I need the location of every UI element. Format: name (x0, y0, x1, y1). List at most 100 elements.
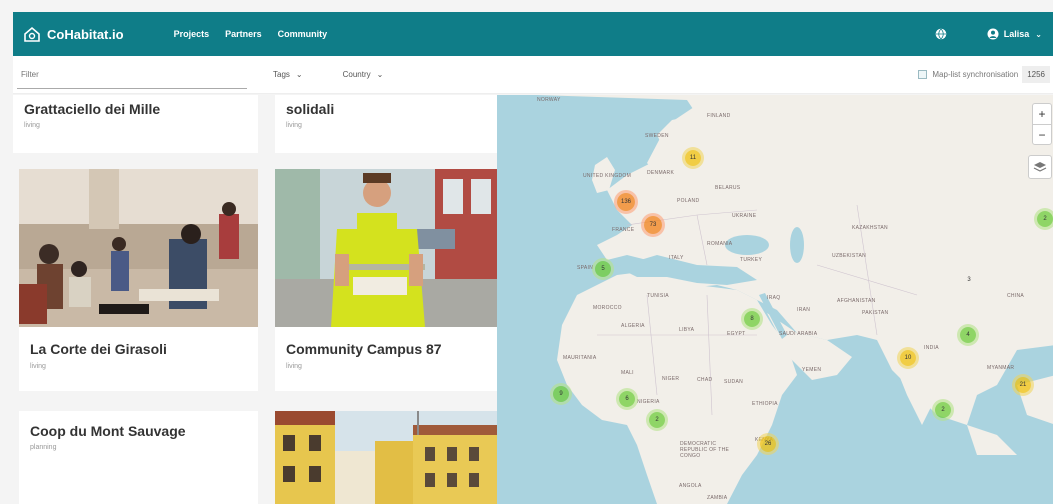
user-avatar-icon (987, 28, 999, 40)
map-label: ANGOLA (679, 483, 702, 489)
map-label: MAURITANIA (563, 355, 597, 361)
zoom-in-button[interactable]: + (1033, 104, 1051, 124)
project-card[interactable]: La Corte dei Girasoli living (19, 169, 258, 391)
map-label: CHAD (697, 377, 713, 383)
map-label: EGYPT (727, 331, 746, 337)
chevron-down-icon: ⌄ (376, 70, 384, 79)
map-cluster[interactable]: 4 (960, 327, 976, 343)
map-label: NIGERIA (637, 399, 660, 405)
map-label: ROMANIA (707, 241, 733, 247)
map-label: IRAQ (767, 295, 781, 301)
nav-community[interactable]: Community (278, 29, 328, 39)
map-label: SAUDI ARABIA (779, 331, 818, 337)
project-photo (275, 411, 497, 504)
map-label: NIGER (662, 376, 680, 382)
map-label: IRAN (797, 307, 811, 313)
map-label: MYANMAR (987, 365, 1015, 371)
project-status: living (286, 122, 302, 129)
chevron-down-icon: ⌄ (295, 70, 303, 79)
project-status: living (30, 363, 46, 370)
map-label: UNITED KINGDOM (583, 173, 632, 179)
sync-checkbox[interactable] (918, 70, 928, 79)
user-name: Lalisa (1003, 29, 1030, 39)
project-photo (19, 169, 258, 327)
map-label: YEMEN (802, 367, 822, 373)
map-cluster[interactable]: 21 (1015, 377, 1031, 393)
map-label: SWEDEN (645, 133, 669, 139)
map-cluster[interactable]: 2 (649, 412, 665, 428)
map-list-sync[interactable]: Map-list synchronisation (918, 70, 1018, 79)
map-cluster[interactable]: 6 (619, 391, 635, 407)
sync-label: Map-list synchronisation (932, 70, 1019, 79)
country-label: Country (342, 70, 371, 79)
project-card[interactable]: Coop du Mont Sauvage planning (19, 411, 258, 504)
map-label: KAZAKHSTAN (852, 225, 888, 231)
zoom-out-button[interactable]: − (1033, 124, 1051, 144)
map-label: DEMOCRATIC REPUBLIC OF THE CONGO (680, 441, 730, 459)
project-status: living (286, 363, 302, 370)
map-cluster[interactable]: 9 (553, 386, 569, 402)
project-title: Coop du Mont Sauvage (30, 423, 186, 439)
logo-icon (24, 26, 40, 42)
project-status: planning (30, 444, 57, 451)
map-cluster[interactable]: 26 (760, 436, 776, 452)
project-title: Grattaciello dei Mille (24, 101, 161, 117)
chevron-down-icon: ⌄ (1035, 29, 1042, 39)
filter-bar: Tags ⌄ Country ⌄ Map-list synchronisatio… (13, 56, 1053, 94)
map-cluster[interactable]: 73 (644, 216, 662, 234)
project-photo (275, 169, 497, 327)
project-card[interactable] (275, 411, 497, 504)
result-count: 1256 (1022, 66, 1050, 83)
map-label: LIBYA (679, 327, 695, 333)
map-cluster[interactable]: 8 (744, 311, 760, 327)
country-dropdown[interactable]: Country ⌄ (343, 70, 384, 79)
project-card[interactable]: Community Campus 87 living (275, 169, 497, 391)
user-menu[interactable]: Lalisa ⌄ (987, 28, 1042, 40)
map-label: TURKEY (740, 257, 763, 263)
globe-icon[interactable] (935, 28, 947, 40)
map-label: NORWAY (537, 97, 561, 103)
brand[interactable]: CoHabitat.io (23, 26, 124, 42)
main-nav: Projects Partners Community (174, 29, 344, 39)
top-navbar: CoHabitat.io Projects Partners Community… (13, 12, 1053, 56)
map-label: ALGERIA (621, 323, 645, 329)
map-label: ZAMBIA (707, 495, 728, 501)
project-card[interactable]: Grattaciello dei Mille living (13, 95, 258, 153)
project-title: Community Campus 87 (286, 341, 442, 357)
map-label: FINLAND (707, 113, 731, 119)
map-label: DENMARK (647, 170, 675, 176)
map-label: INDIA (924, 345, 939, 351)
map-cluster[interactable]: 2 (935, 402, 951, 418)
filter-input[interactable] (17, 60, 247, 89)
top-right: Lalisa ⌄ (935, 28, 1042, 40)
projects-map[interactable]: NORWAY SWEDEN FINLAND UNITED KINGDOM DEN… (497, 95, 1053, 504)
layers-icon (1033, 162, 1047, 172)
map-label: ETHIOPIA (752, 401, 778, 407)
brand-name: CoHabitat.io (47, 26, 124, 42)
project-status: living (24, 122, 40, 129)
map-cluster[interactable]: 10 (900, 350, 916, 366)
map-label: TUNISIA (647, 293, 669, 299)
map-label: PAKISTAN (862, 310, 889, 316)
map-label: ITALY (669, 255, 684, 261)
project-card[interactable]: solidali living (275, 95, 497, 153)
map-cluster[interactable]: 11 (685, 150, 701, 166)
layers-button[interactable] (1028, 155, 1052, 179)
map-label: AFGHANISTAN (837, 298, 876, 304)
map-cluster[interactable]: 136 (617, 193, 635, 211)
map-cluster[interactable]: 5 (595, 261, 611, 277)
map-label: BELARUS (715, 185, 741, 191)
nav-partners[interactable]: Partners (225, 29, 262, 39)
tags-dropdown[interactable]: Tags ⌄ (273, 70, 303, 79)
map-label: POLAND (677, 198, 700, 204)
map-label: SUDAN (724, 379, 744, 385)
nav-projects[interactable]: Projects (174, 29, 210, 39)
project-list: Grattaciello dei Mille living solidali l… (13, 95, 497, 504)
map-label: UZBEKISTAN (832, 253, 867, 259)
map-label: FRANCE (612, 227, 635, 233)
map-label: MOROCCO (593, 305, 622, 311)
project-title: solidali (286, 101, 335, 117)
tags-label: Tags (273, 70, 290, 79)
project-title: La Corte dei Girasoli (30, 341, 167, 357)
map-cluster[interactable]: 2 (1037, 211, 1053, 227)
